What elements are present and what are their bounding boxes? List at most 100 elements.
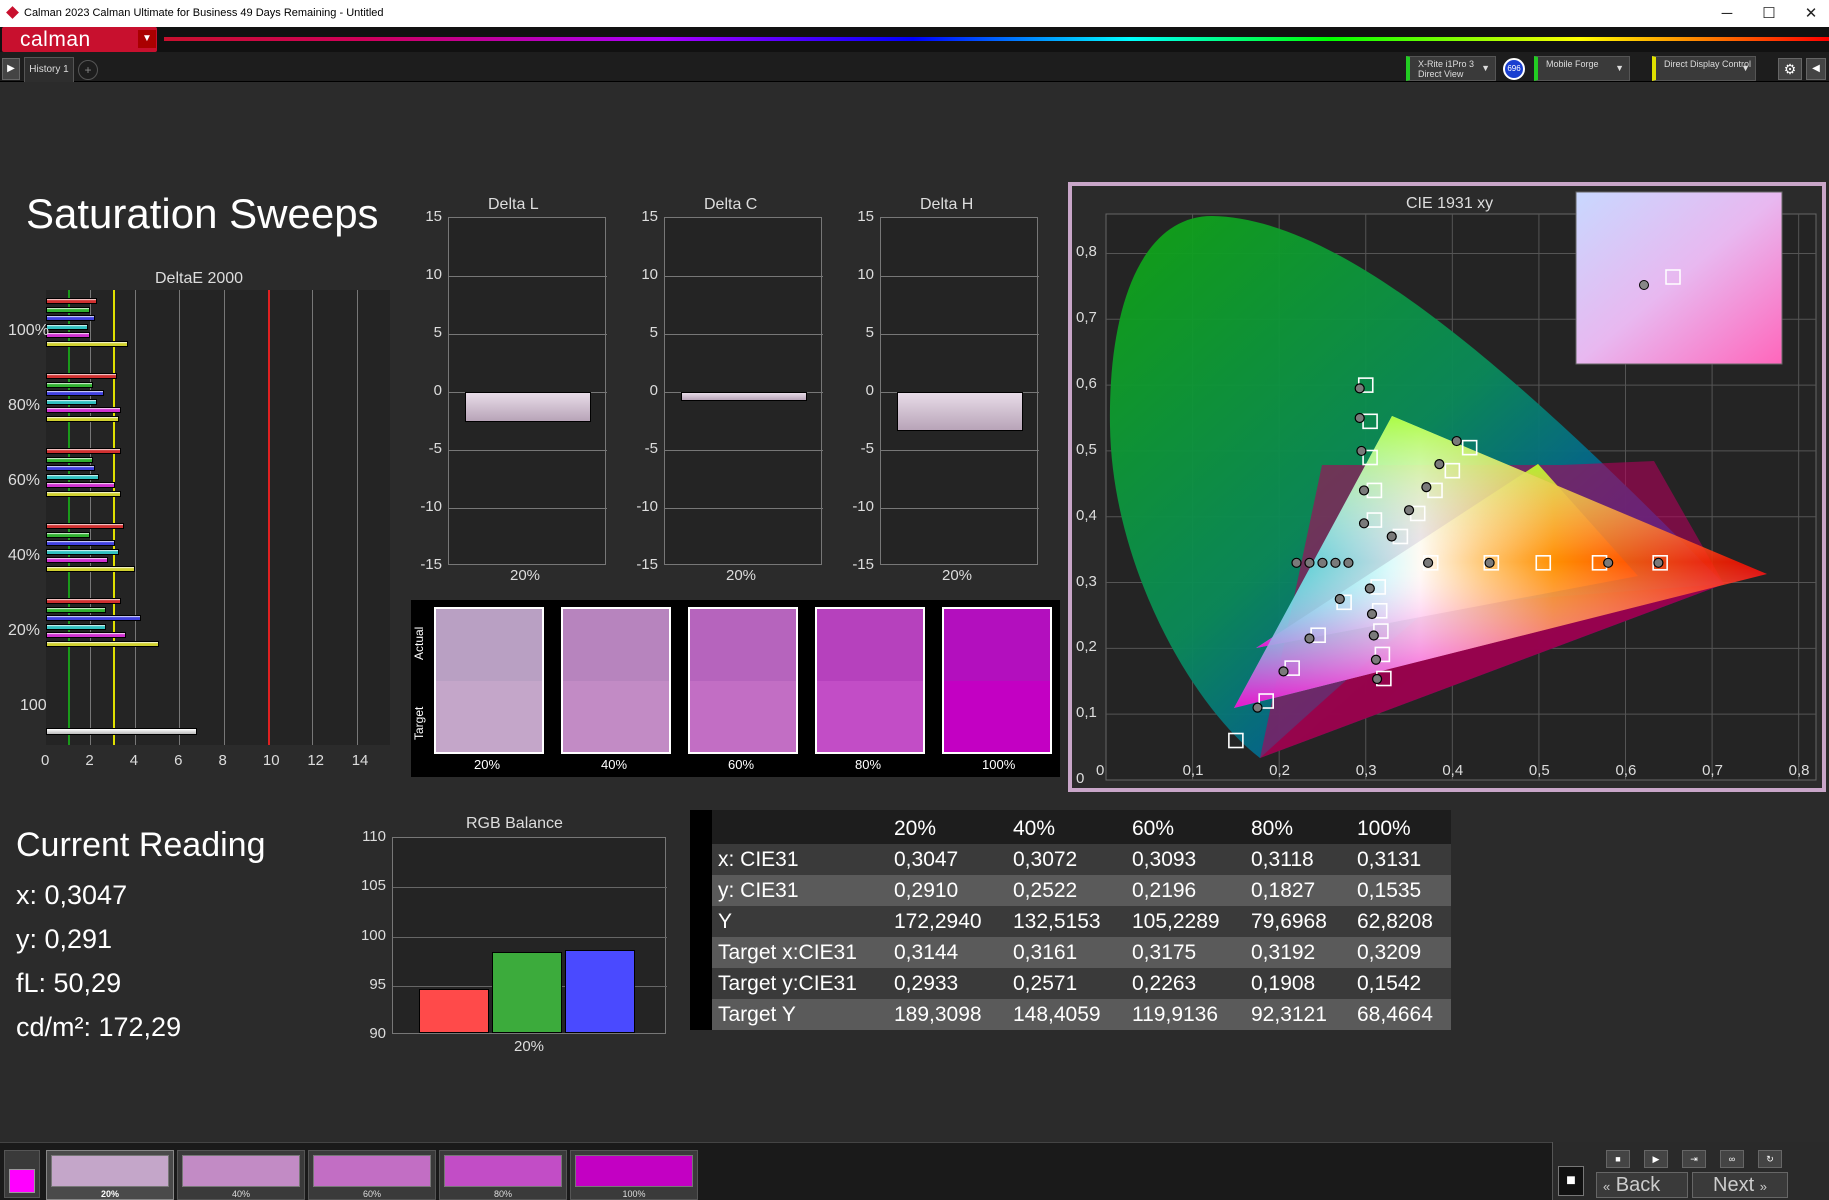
deltae-bar xyxy=(46,398,98,405)
refresh-icon[interactable]: ↻ xyxy=(1758,1150,1782,1168)
deltae-chart-title: DeltaE 2000 xyxy=(155,270,244,287)
deltae-gridline xyxy=(179,290,181,745)
bottom-tab-20pct[interactable]: 20% xyxy=(46,1150,174,1200)
delta-gridline xyxy=(449,450,607,451)
cie-actual-point xyxy=(1421,482,1432,493)
delta-gridline xyxy=(881,450,1039,451)
deltae-bar xyxy=(46,632,126,638)
close-button[interactable]: ✕ xyxy=(1789,0,1829,27)
deltae-gridline xyxy=(223,290,225,745)
cie-actual-point xyxy=(1252,702,1263,713)
deltae-bar xyxy=(46,490,122,497)
table-cell: 0,3161 xyxy=(1013,940,1078,964)
minimize-button[interactable]: ─ xyxy=(1705,0,1749,27)
delta-gridline xyxy=(665,276,823,277)
delta-y-tick: -15 xyxy=(636,556,658,573)
calman-menu-button[interactable]: calman ▼ xyxy=(2,27,157,52)
delta-y-tick: -10 xyxy=(420,498,442,515)
delta-chart-title: Delta H xyxy=(920,196,974,213)
rgb-balance-title: RGB Balance xyxy=(466,815,563,832)
step-icon[interactable]: ⇥ xyxy=(1682,1150,1706,1168)
delta-gridline xyxy=(449,508,607,509)
maximize-button[interactable]: ☐ xyxy=(1747,0,1791,27)
rgb-bar-b xyxy=(565,950,635,1033)
current-color-swatch xyxy=(9,1169,35,1193)
deltae-gridline xyxy=(90,290,92,745)
playback-controls: ■ ▶ ⇥ ∞ ↻ xyxy=(1598,1150,1818,1168)
delta-gridline xyxy=(665,450,823,451)
chevron-down-icon: ▼ xyxy=(1741,63,1750,73)
bottom-tab-40pct[interactable]: 40% xyxy=(177,1150,305,1200)
rgb-bar-g xyxy=(492,952,562,1033)
display-control-selector[interactable]: Direct Display Control ▼ xyxy=(1652,56,1756,81)
table-cell: 0,3131 xyxy=(1357,847,1422,871)
back-button[interactable]: « Back xyxy=(1596,1172,1688,1198)
bottom-tab-100pct[interactable]: 100% xyxy=(570,1150,698,1200)
delta-gridline xyxy=(665,508,823,509)
delta-y-tick: 5 xyxy=(649,324,658,341)
delta-y-tick: 5 xyxy=(433,324,442,341)
table-cell: Y xyxy=(718,909,733,933)
back-chevron-icon: « xyxy=(1603,1179,1611,1194)
stop-icon[interactable]: ■ xyxy=(1558,1166,1584,1196)
deltae-gridline xyxy=(312,290,314,745)
window-title: Calman 2023 Calman Ultimate for Business… xyxy=(24,7,384,19)
swatch-60pct[interactable] xyxy=(688,607,798,754)
delta-chart-title: Delta C xyxy=(704,196,758,213)
delta-y-tick: 5 xyxy=(865,324,874,341)
bottom-tab-60pct[interactable]: 60% xyxy=(308,1150,436,1200)
table-cell: 0,1542 xyxy=(1357,971,1422,995)
swatch-100pct[interactable] xyxy=(942,607,1052,754)
table-cell: 0,3209 xyxy=(1357,940,1422,964)
pattern-source-selector[interactable]: Mobile Forge ▼ xyxy=(1534,56,1630,81)
cie-y-tick: 0,8 xyxy=(1076,243,1097,261)
swatch-40pct[interactable] xyxy=(561,607,671,754)
cie-actual-point xyxy=(1358,518,1370,529)
collapse-icon[interactable]: ◀ xyxy=(1806,58,1826,80)
cie-x-tick: 0 xyxy=(1096,762,1105,779)
deltae-bar xyxy=(46,482,115,488)
next-button[interactable]: Next » xyxy=(1692,1172,1788,1198)
table-cell: 62,8208 xyxy=(1357,909,1433,933)
play-icon[interactable]: ▶ xyxy=(2,58,20,80)
cie-y-tick: 0,3 xyxy=(1076,572,1097,590)
table-cell: 0,2571 xyxy=(1013,971,1078,995)
table-cell: 0,3118 xyxy=(1251,847,1314,871)
cie-actual-point xyxy=(1371,673,1383,685)
loop-icon[interactable]: ∞ xyxy=(1720,1150,1744,1168)
swatch-80pct[interactable] xyxy=(815,607,925,754)
table-header-cell: 40% xyxy=(1013,816,1056,840)
tab-history-1[interactable]: History 1 xyxy=(24,57,74,83)
swatch-20pct[interactable] xyxy=(434,607,544,754)
delta-bar xyxy=(897,392,1023,432)
rgb-gridline xyxy=(393,887,667,889)
delta-y-tick: 0 xyxy=(649,382,658,399)
table-row: Target y:CIE31 0,2933 0,2571 0,2263 0,1908 0,… xyxy=(712,968,1451,999)
play-small-icon[interactable]: ▶ xyxy=(1644,1150,1668,1168)
deltae-bar xyxy=(46,407,122,413)
delta-y-tick: -5 xyxy=(644,440,658,457)
meter-selector[interactable]: X-Rite i1Pro 3 Direct View ▼ xyxy=(1406,56,1496,81)
table-cell: 148,4059 xyxy=(1013,1002,1101,1026)
deltae-row-label: 60% xyxy=(8,472,41,489)
bottom-tab-80pct[interactable]: 80% xyxy=(439,1150,567,1200)
rgb-y-tick: 95 xyxy=(369,975,386,993)
current-reading-title: Current Reading xyxy=(16,826,266,864)
cie-actual-point xyxy=(1422,557,1434,568)
delta-y-tick: -15 xyxy=(852,556,874,573)
stop-small-icon[interactable]: ■ xyxy=(1606,1150,1630,1168)
table-cell: 0,3192 xyxy=(1251,940,1316,964)
deltae-gridline xyxy=(134,290,136,745)
deltae-bar xyxy=(46,448,122,454)
cie-actual-point xyxy=(1278,666,1289,677)
current-color-indicator xyxy=(4,1150,40,1198)
gear-icon[interactable]: ⚙ xyxy=(1778,58,1802,80)
meter-badge[interactable]: 696 xyxy=(1503,58,1525,80)
rainbow-strip xyxy=(164,37,1829,41)
deltae-bar xyxy=(46,473,100,480)
add-tab-button[interactable]: + xyxy=(78,60,98,80)
table-row: y: CIE31 0,2910 0,2522 0,2196 0,1827 0,1535 xyxy=(712,875,1451,906)
cie-y-tick: 0,2 xyxy=(1076,638,1097,656)
inset-actual-point xyxy=(1639,280,1649,290)
table-header-row: 20% 40% 60% 80% 100% xyxy=(712,813,1451,844)
